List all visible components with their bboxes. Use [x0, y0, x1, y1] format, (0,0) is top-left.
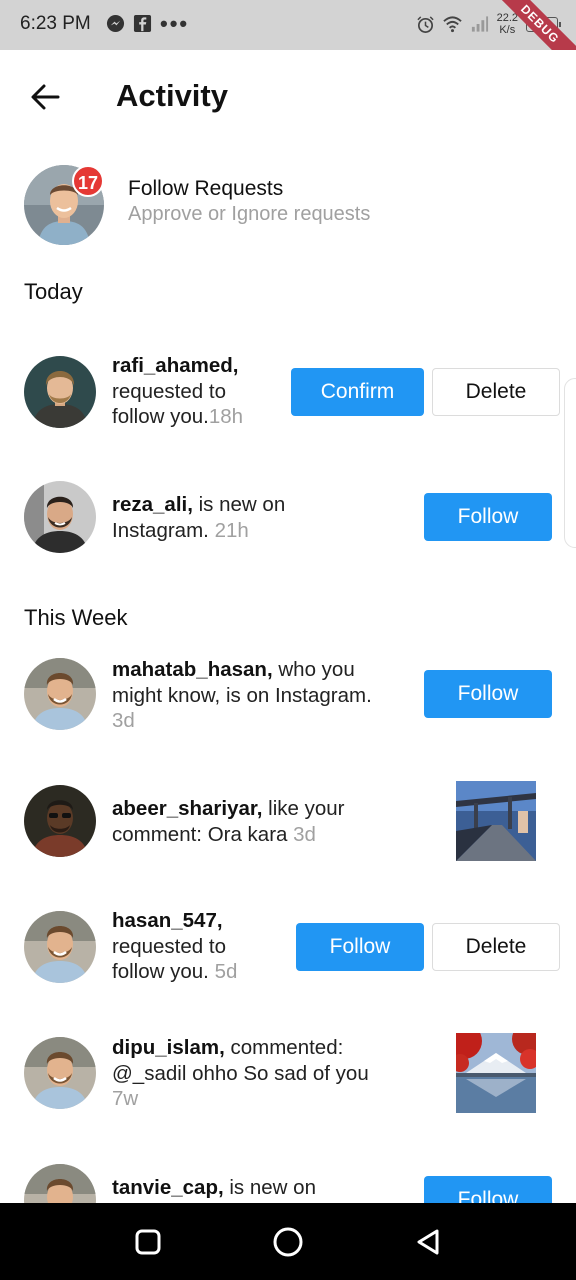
home-circle-icon — [273, 1227, 303, 1257]
follow-button[interactable]: Follow — [296, 923, 424, 971]
username[interactable]: mahatab_hasan, — [112, 658, 273, 681]
page-title: Activity — [116, 78, 228, 113]
wifi-icon — [442, 15, 462, 34]
signal-icon — [470, 15, 489, 34]
system-nav-bar — [0, 1203, 576, 1280]
activity-time: 18h — [208, 405, 244, 428]
username[interactable]: abeer_shariyar, — [112, 797, 262, 820]
mountain-lake-photo[interactable] — [456, 1033, 536, 1113]
status-bar: 6:23 PM ••• 22.2K/s 78 DEBUG — [0, 0, 576, 50]
status-time: 6:23 PM — [20, 13, 91, 34]
follow-requests-entry[interactable]: 17 Follow Requests Approve or Ignore req… — [0, 160, 576, 250]
activity-text: abeer_shariyar, like your comment: Ora k… — [112, 797, 345, 846]
activity-row: hasan_547, requested to follow you. 5d F… — [0, 895, 576, 995]
activity-row: dipu_islam, commented: @_sadil ohho So s… — [0, 1025, 576, 1125]
confirm-button[interactable]: Confirm — [291, 368, 424, 416]
follow-button[interactable]: Follow — [424, 1176, 552, 1203]
home-button[interactable] — [270, 1224, 306, 1260]
activity-time: 3d — [112, 709, 135, 732]
activity-time: 7w — [112, 1087, 139, 1110]
username[interactable]: rafi_ahamed, — [112, 354, 238, 377]
activity-time: 3d — [293, 822, 316, 846]
activity-row: reza_ali, is new on Instagram. 21h Follo… — [0, 470, 576, 570]
avatar[interactable] — [24, 658, 96, 730]
username[interactable]: dipu_islam, — [112, 1036, 225, 1059]
username[interactable]: hasan_547, — [112, 909, 223, 932]
activity-text: mahatab_hasan, who you might know, is on… — [112, 658, 372, 732]
messenger-icon — [106, 14, 125, 33]
section-title-today: Today — [24, 279, 83, 304]
recents-button[interactable] — [130, 1224, 166, 1260]
alarm-icon — [416, 15, 435, 34]
username[interactable]: tanvie_cap, — [112, 1176, 224, 1199]
activity-text: rafi_ahamed, requested to follow you.18h — [112, 354, 244, 428]
activity-text: dipu_islam, commented: @_sadil ohho So s… — [112, 1036, 369, 1110]
scroll-indicator — [564, 378, 576, 548]
recents-square-icon — [135, 1229, 161, 1255]
app-bar: Activity — [0, 50, 576, 142]
avatar[interactable] — [24, 1164, 96, 1203]
delete-button[interactable]: Delete — [432, 923, 560, 971]
follow-button[interactable]: Follow — [424, 670, 552, 718]
activity-text: tanvie_cap, is new on — [112, 1176, 316, 1199]
section-title-this-week: This Week — [24, 605, 128, 630]
activity-time: 5d — [214, 960, 238, 983]
avatar[interactable] — [24, 481, 96, 553]
activity-row: mahatab_hasan, who you might know, is on… — [0, 650, 576, 750]
activity-row: rafi_ahamed, requested to follow you.18h… — [0, 340, 576, 440]
avatar[interactable] — [24, 1037, 96, 1109]
activity-row: abeer_shariyar, like your comment: Ora k… — [0, 770, 576, 870]
avatar[interactable] — [24, 785, 96, 857]
follow-button[interactable]: Follow — [424, 493, 552, 541]
activity-row: tanvie_cap, is new on Follow — [0, 1155, 576, 1203]
avatar[interactable] — [24, 356, 96, 428]
network-speed: 22.2 K/s — [496, 12, 518, 36]
follow-requests-title: Follow Requests — [128, 177, 284, 200]
facebook-icon — [133, 14, 152, 33]
username[interactable]: reza_ali, — [112, 493, 193, 516]
avatar[interactable] — [24, 911, 96, 983]
system-back-button[interactable] — [410, 1224, 446, 1260]
arrow-left-icon — [31, 84, 60, 110]
activity-text: reza_ali, is new on Instagram. 21h — [112, 493, 286, 542]
activity-text: hasan_547, requested to follow you. 5d — [112, 909, 238, 983]
delete-button[interactable]: Delete — [432, 368, 560, 416]
back-triangle-icon — [417, 1229, 439, 1255]
activity-time: 21h — [214, 518, 249, 542]
follow-requests-badge: 17 — [72, 165, 104, 197]
bridge-street-photo[interactable] — [456, 781, 536, 861]
more-dots-icon: ••• — [160, 11, 190, 36]
back-button[interactable] — [28, 80, 62, 114]
follow-requests-subtitle: Approve or Ignore requests — [128, 203, 371, 225]
